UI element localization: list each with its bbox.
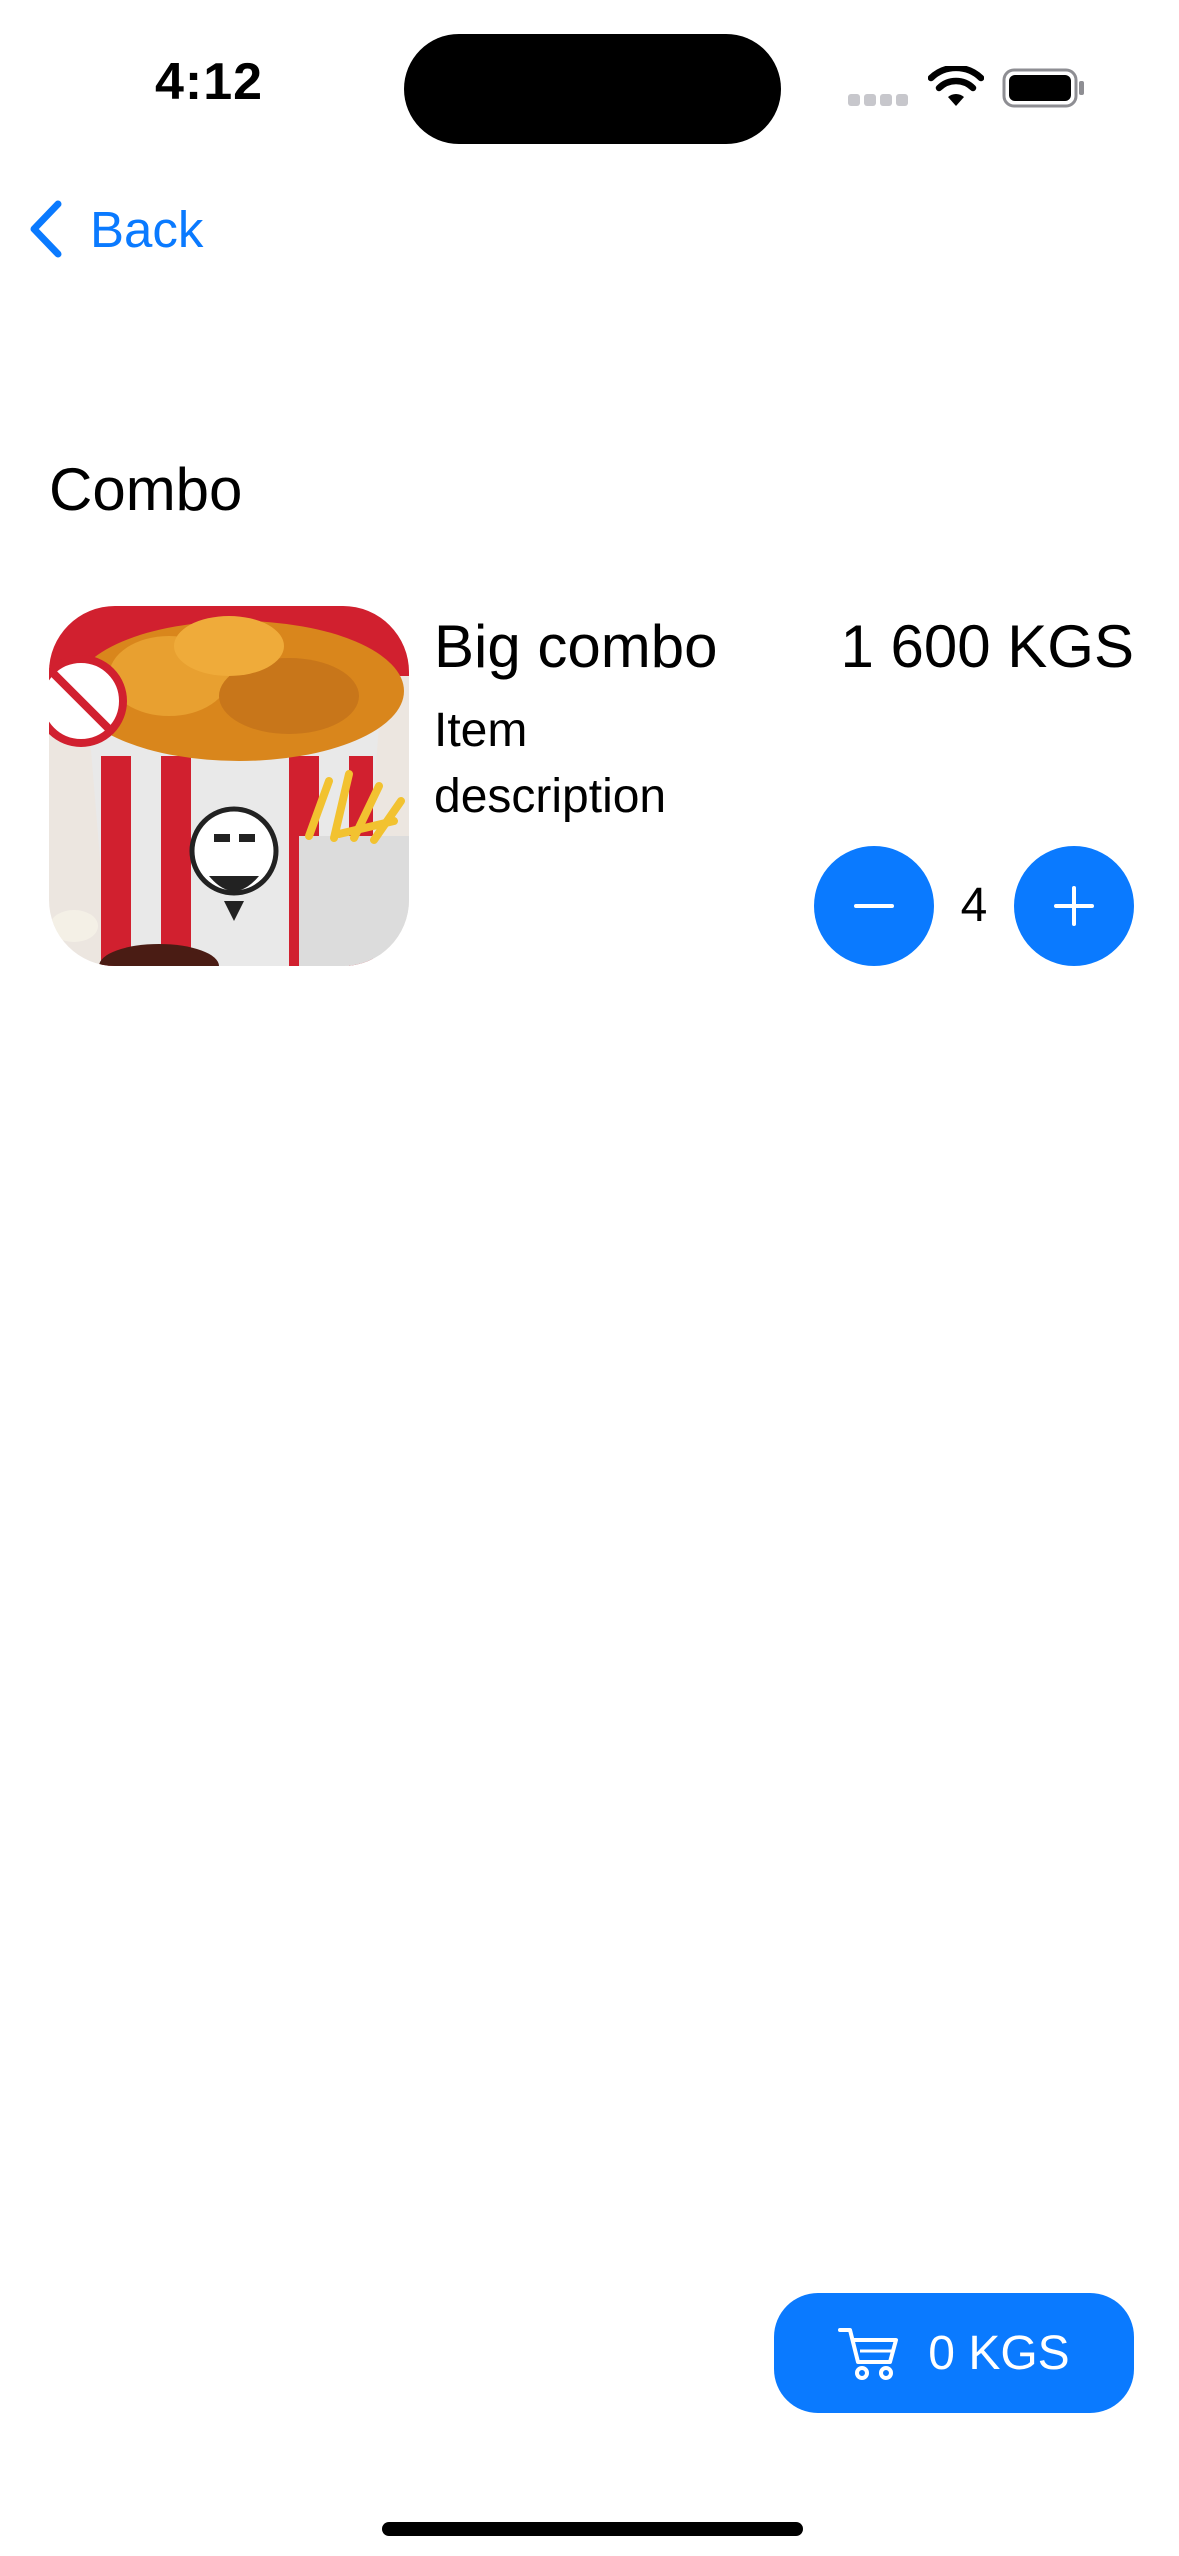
status-time: 4:12 (155, 53, 264, 111)
cart-button[interactable]: 0 KGS (774, 2293, 1134, 2413)
decrease-button[interactable] (814, 846, 934, 966)
menu-item-card: Big combo Item description 1 600 KGS 4 (49, 606, 1134, 966)
back-button[interactable]: Back (26, 196, 203, 262)
cart-icon (838, 2328, 899, 2380)
cellular-signal-icon (848, 94, 910, 108)
wifi-icon (928, 66, 984, 106)
quantity-value: 4 (960, 879, 988, 932)
quantity-stepper: 4 (814, 846, 1134, 966)
cart-total: 0 KGS (928, 2326, 1070, 2380)
plus-icon (1054, 886, 1094, 926)
item-name: Big combo (434, 613, 718, 680)
home-indicator[interactable] (382, 2522, 803, 2536)
dynamic-island (404, 34, 781, 144)
item-image (49, 606, 409, 966)
chevron-left-icon (30, 200, 62, 258)
back-label: Back (90, 200, 204, 258)
item-price: 1 600 KGS (840, 613, 1134, 680)
status-bar: 4:12 (0, 0, 1179, 170)
section-title: Combo (49, 456, 243, 523)
increase-button[interactable] (1014, 846, 1134, 966)
minus-icon (854, 904, 894, 908)
item-description: Item description (434, 704, 667, 823)
battery-icon (1002, 68, 1084, 108)
